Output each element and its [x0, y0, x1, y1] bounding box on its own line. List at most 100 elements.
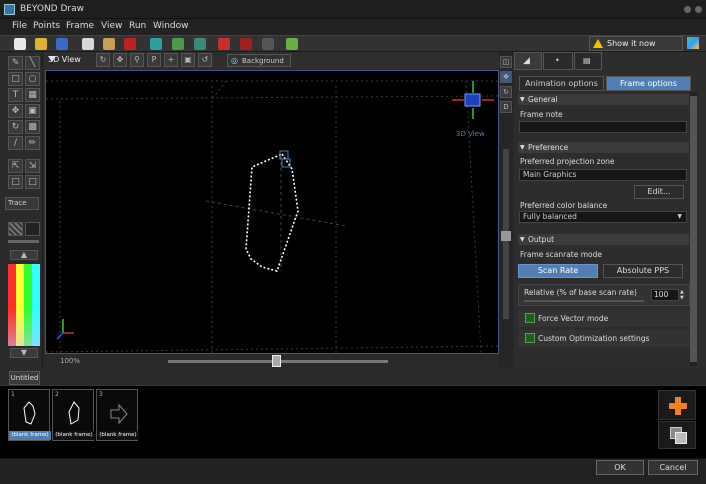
line-tool-icon[interactable]: [172, 38, 184, 50]
menu-frame[interactable]: Frame: [66, 21, 94, 31]
projection-zone-field[interactable]: Main Graphics: [519, 169, 687, 181]
view-label[interactable]: 3D View: [48, 55, 81, 64]
menu-view[interactable]: View: [101, 21, 122, 31]
relative-slider[interactable]: [524, 300, 644, 302]
cancel-button[interactable]: Cancel: [648, 460, 698, 475]
color-window-icon[interactable]: [687, 37, 699, 49]
eyedropper-tool-icon[interactable]: ✏: [25, 136, 40, 150]
frame-thumbnail-1[interactable]: 1 (blank frame): [8, 389, 51, 441]
rectangle-tool-icon[interactable]: □: [8, 72, 23, 86]
output-section-header[interactable]: Output: [518, 234, 689, 245]
tab-image[interactable]: ▤: [574, 52, 602, 70]
general-section-header[interactable]: General: [518, 94, 689, 105]
stepper-icon[interactable]: ▲ ▼: [680, 289, 684, 301]
background-button[interactable]: ◎ Background: [227, 54, 291, 67]
delete-icon[interactable]: [124, 38, 136, 50]
frame-thumbnail-3[interactable]: 3 (blank frame): [96, 389, 139, 441]
tab-animation-options[interactable]: Animation options: [519, 76, 604, 91]
move-tool-icon[interactable]: ✥: [8, 104, 23, 118]
frame-number: 1: [11, 391, 15, 398]
node-select-icon[interactable]: ⇱: [8, 159, 23, 173]
window-title: BEYOND Draw: [20, 4, 84, 14]
absolute-pps-button[interactable]: Absolute PPS: [603, 264, 683, 278]
show-it-now-button[interactable]: Show it now: [589, 36, 683, 51]
add-frame-button[interactable]: [658, 390, 696, 420]
d-mode-icon[interactable]: D: [500, 101, 512, 113]
laser-output-icon[interactable]: [218, 38, 230, 50]
preference-section-header[interactable]: Preference: [518, 142, 689, 153]
frame-note-input[interactable]: [519, 121, 687, 133]
minimize-icon[interactable]: [684, 6, 691, 13]
grid-lines: [46, 80, 498, 353]
magic-wand-icon[interactable]: [286, 38, 298, 50]
move-view-icon[interactable]: ✥: [500, 71, 512, 83]
brush-size-slider[interactable]: [8, 240, 39, 243]
color-balance-select[interactable]: Fully balanced ▼: [519, 211, 687, 223]
frame-note-label: Frame note: [520, 110, 563, 119]
frame-fit-icon[interactable]: ▣: [181, 53, 195, 67]
rotate-tool-icon[interactable]: ↻: [8, 120, 23, 134]
palette-scroll-up-icon[interactable]: ▲: [10, 250, 38, 260]
perspective-icon[interactable]: P: [147, 53, 161, 67]
zoom-icon[interactable]: ⚲: [130, 53, 144, 67]
brush-tool-icon[interactable]: /: [8, 136, 23, 150]
relative-value-input[interactable]: 100: [651, 289, 679, 301]
timeline-slider-thumb[interactable]: [272, 355, 281, 367]
frame-thumbnail-2[interactable]: 2 (blank frame): [52, 389, 95, 441]
custom-optimization-row[interactable]: Custom Optimization settings: [518, 330, 690, 347]
pattern-swatch[interactable]: [8, 222, 23, 236]
scanrate-mode-label: Frame scanrate mode: [520, 250, 603, 259]
palette-scroll-down-icon[interactable]: ▼: [10, 348, 38, 358]
node-edit-icon[interactable]: ⇲: [25, 159, 40, 173]
color-palette[interactable]: [8, 264, 40, 346]
orbit-icon[interactable]: ↻: [96, 53, 110, 67]
ellipse-tool-icon[interactable]: ○: [25, 72, 40, 86]
rotate-view-icon[interactable]: ↻: [500, 86, 512, 98]
frames-tab[interactable]: Untitled: [9, 371, 40, 385]
trace-button[interactable]: Trace: [5, 197, 39, 210]
tab-frame-properties[interactable]: ◢: [514, 52, 542, 70]
frame-label: (blank frame): [53, 431, 95, 440]
tab-points[interactable]: •: [543, 52, 573, 70]
duplicate-frame-button[interactable]: [658, 421, 696, 449]
scan-rate-button[interactable]: Scan Rate: [518, 264, 598, 278]
menu-window[interactable]: Window: [153, 21, 189, 31]
force-vector-checkbox[interactable]: [525, 313, 535, 323]
force-vector-row[interactable]: Force Vector mode: [518, 310, 690, 327]
tab-frame-options[interactable]: Frame options: [606, 76, 691, 91]
orientation-cube-icon[interactable]: [452, 81, 494, 119]
panel-scroll-thumb[interactable]: [690, 96, 697, 362]
close-icon[interactable]: [695, 6, 702, 13]
ungroup-icon[interactable]: □: [25, 175, 40, 189]
curve-tool-icon[interactable]: [194, 38, 206, 50]
chevron-down-icon: ▼: [677, 213, 682, 220]
menu-file[interactable]: File: [12, 21, 27, 31]
menu-run[interactable]: Run: [129, 21, 146, 31]
open-folder-icon[interactable]: [35, 38, 47, 50]
crosshair-icon[interactable]: +: [164, 53, 178, 67]
group-icon[interactable]: □: [8, 175, 23, 189]
pan-icon[interactable]: ✥: [113, 53, 127, 67]
edit-zone-button[interactable]: Edit...: [634, 185, 684, 199]
record-icon[interactable]: [240, 38, 252, 50]
new-file-icon[interactable]: [14, 38, 26, 50]
line-tool-icon[interactable]: ╲: [25, 56, 40, 70]
copy-icon[interactable]: [82, 38, 94, 50]
menu-points[interactable]: Points: [33, 21, 60, 31]
color-swatch[interactable]: [25, 222, 40, 236]
save-icon[interactable]: [56, 38, 68, 50]
drawing-viewport[interactable]: 3D View: [45, 70, 499, 354]
paste-icon[interactable]: [103, 38, 115, 50]
pen-tool-icon[interactable]: ✎: [8, 56, 23, 70]
custom-optimization-checkbox[interactable]: [525, 333, 535, 343]
reset-view-icon[interactable]: ↺: [198, 53, 212, 67]
text-tool-icon[interactable]: T: [8, 88, 23, 102]
point-icon[interactable]: [262, 38, 274, 50]
select-tool-icon[interactable]: [150, 38, 162, 50]
strip-scroll-thumb[interactable]: [501, 231, 511, 241]
ok-button[interactable]: OK: [596, 460, 644, 475]
fill-tool-icon[interactable]: ▦: [25, 88, 40, 102]
layout-icon[interactable]: ◫: [500, 56, 512, 68]
scale-tool-icon[interactable]: ▣: [25, 104, 40, 118]
skew-tool-icon[interactable]: ▩: [25, 120, 40, 134]
